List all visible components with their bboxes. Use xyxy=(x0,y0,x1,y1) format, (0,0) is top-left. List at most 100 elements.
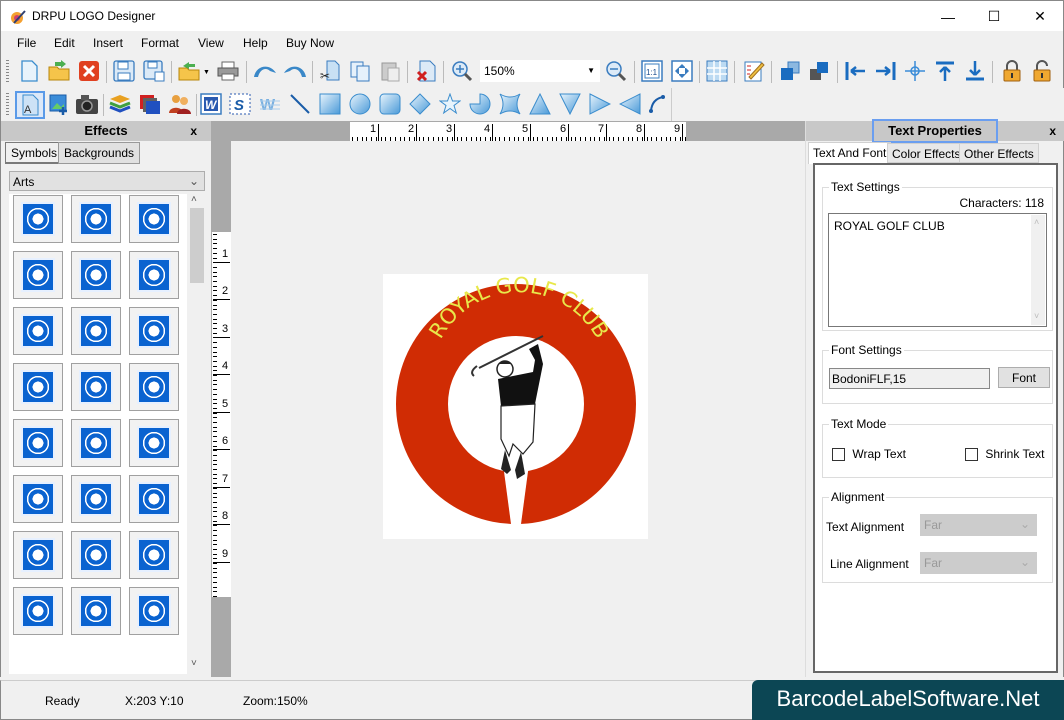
symbol-item[interactable] xyxy=(129,195,179,243)
scroll-down-icon[interactable]: ˅ xyxy=(191,658,197,669)
zoom-out-icon[interactable] xyxy=(604,59,628,83)
tab-symbols[interactable]: Symbols xyxy=(5,142,65,164)
symbol-item[interactable] xyxy=(13,307,63,355)
align-bottom-icon[interactable] xyxy=(963,59,987,83)
font-field[interactable]: BodoniFLF,15 xyxy=(829,368,990,389)
actual-size-icon[interactable]: 1:1 xyxy=(640,59,664,83)
menu-view[interactable]: View xyxy=(198,36,224,50)
symbol-item[interactable] xyxy=(13,475,63,523)
send-back-icon[interactable] xyxy=(807,59,831,83)
copy-icon[interactable] xyxy=(348,59,372,83)
symbol-item[interactable] xyxy=(129,419,179,467)
text-input-scrollbar[interactable]: ˄ ˅ xyxy=(1031,215,1045,325)
logo-canvas[interactable]: ROYAL GOLF CLUB xyxy=(383,273,648,539)
effects-close-button[interactable]: x xyxy=(190,121,197,141)
line-icon[interactable] xyxy=(288,92,312,116)
star-icon[interactable] xyxy=(438,92,462,116)
zoom-in-icon[interactable] xyxy=(450,59,474,83)
triangle-right-icon[interactable] xyxy=(588,92,612,116)
bring-front-icon[interactable] xyxy=(778,59,802,83)
symbol-item[interactable] xyxy=(13,531,63,579)
camera-icon[interactable] xyxy=(75,92,99,116)
open-icon[interactable] xyxy=(47,59,71,83)
save-icon[interactable] xyxy=(112,59,136,83)
layers-icon[interactable] xyxy=(108,92,132,116)
close-doc-icon[interactable] xyxy=(77,59,101,83)
close-button[interactable]: ✕ xyxy=(1017,1,1063,32)
fit-window-icon[interactable] xyxy=(670,59,694,83)
toolbar-grip[interactable] xyxy=(6,93,9,115)
triangle-down-icon[interactable] xyxy=(558,92,582,116)
tab-text-and-font[interactable]: Text And Font xyxy=(808,142,892,164)
symbol-item[interactable] xyxy=(71,363,121,411)
rectangle-icon[interactable] xyxy=(318,92,342,116)
minimize-button[interactable]: — xyxy=(925,1,971,32)
tab-other-effects[interactable]: Other Effects xyxy=(959,143,1039,163)
grid-icon[interactable] xyxy=(705,59,729,83)
ellipse-icon[interactable] xyxy=(348,92,372,116)
triangle-up-icon[interactable] xyxy=(528,92,552,116)
menu-edit[interactable]: Edit xyxy=(54,36,75,50)
symbol-item[interactable] xyxy=(129,587,179,635)
paste-icon[interactable] xyxy=(378,59,402,83)
line-alignment-select[interactable]: Far ⌄ xyxy=(920,552,1037,574)
symbol-item[interactable] xyxy=(71,531,121,579)
symbol-item[interactable] xyxy=(129,531,179,579)
wrap-text-checkbox[interactable]: Wrap Text xyxy=(832,447,906,462)
symbol-item[interactable] xyxy=(13,587,63,635)
menu-help[interactable]: Help xyxy=(243,36,268,50)
symbol-scrollbar[interactable]: ˄ ˅ xyxy=(188,194,205,674)
text-properties-close-button[interactable]: x xyxy=(1049,121,1056,141)
undo-icon[interactable] xyxy=(252,59,276,83)
scroll-down-icon[interactable]: ˅ xyxy=(1034,311,1039,321)
open-recent-icon[interactable] xyxy=(177,59,201,83)
triangle-left-icon[interactable] xyxy=(618,92,642,116)
recent-dropdown-arrow[interactable]: ▼ xyxy=(203,69,210,76)
symbol-item[interactable] xyxy=(71,307,121,355)
unlock-icon[interactable] xyxy=(1030,59,1054,83)
print-icon[interactable] xyxy=(216,59,240,83)
rounded-rect-icon[interactable] xyxy=(378,92,402,116)
signature-icon[interactable]: S xyxy=(228,92,252,116)
symbol-item[interactable] xyxy=(129,475,179,523)
menu-format[interactable]: Format xyxy=(141,36,179,50)
cut-icon[interactable]: ✂ xyxy=(318,59,342,83)
zoom-level-select[interactable]: 150% ▼ xyxy=(480,60,600,82)
symbol-item[interactable] xyxy=(13,419,63,467)
menu-file[interactable]: File xyxy=(17,36,36,50)
shrink-text-checkbox[interactable]: Shrink Text xyxy=(965,447,1044,462)
symbol-item[interactable] xyxy=(71,475,121,523)
symbol-item[interactable] xyxy=(13,195,63,243)
font-button[interactable]: Font xyxy=(998,367,1050,388)
align-left-icon[interactable] xyxy=(844,59,868,83)
text-icon[interactable]: A xyxy=(15,91,45,119)
scrollbar-thumb[interactable] xyxy=(190,208,204,283)
symbol-item[interactable] xyxy=(71,195,121,243)
redo-icon[interactable] xyxy=(282,59,306,83)
wrap-text-box[interactable] xyxy=(832,448,845,462)
save-as-icon[interactable] xyxy=(142,59,166,83)
background-icon[interactable] xyxy=(138,92,162,116)
align-top-icon[interactable] xyxy=(933,59,957,83)
text-alignment-select[interactable]: Far ⌄ xyxy=(920,514,1037,536)
maximize-button[interactable]: ☐ xyxy=(971,1,1017,32)
symbol-category-select[interactable]: Arts ⌄ xyxy=(9,171,205,191)
toolbar-grip[interactable] xyxy=(6,60,9,82)
symbol-item[interactable] xyxy=(129,307,179,355)
new-icon[interactable] xyxy=(17,59,41,83)
symbol-item[interactable] xyxy=(71,251,121,299)
wordart-icon[interactable]: W xyxy=(199,92,223,116)
symbol-item[interactable] xyxy=(13,363,63,411)
diamond-icon[interactable] xyxy=(408,92,432,116)
lock-icon[interactable] xyxy=(1000,59,1024,83)
arc-icon[interactable] xyxy=(646,92,670,116)
text-input[interactable]: ROYAL GOLF CLUB ˄ ˅ xyxy=(828,213,1047,327)
pie-icon[interactable] xyxy=(468,92,492,116)
symbol-item[interactable] xyxy=(71,419,121,467)
delete-icon[interactable] xyxy=(414,59,438,83)
users-icon[interactable] xyxy=(168,92,192,116)
symbol-item[interactable] xyxy=(129,251,179,299)
golf-logo[interactable]: ROYAL GOLF CLUB xyxy=(383,273,648,539)
scroll-up-icon[interactable]: ˄ xyxy=(1034,217,1039,227)
tab-color-effects[interactable]: Color Effects xyxy=(887,143,966,163)
